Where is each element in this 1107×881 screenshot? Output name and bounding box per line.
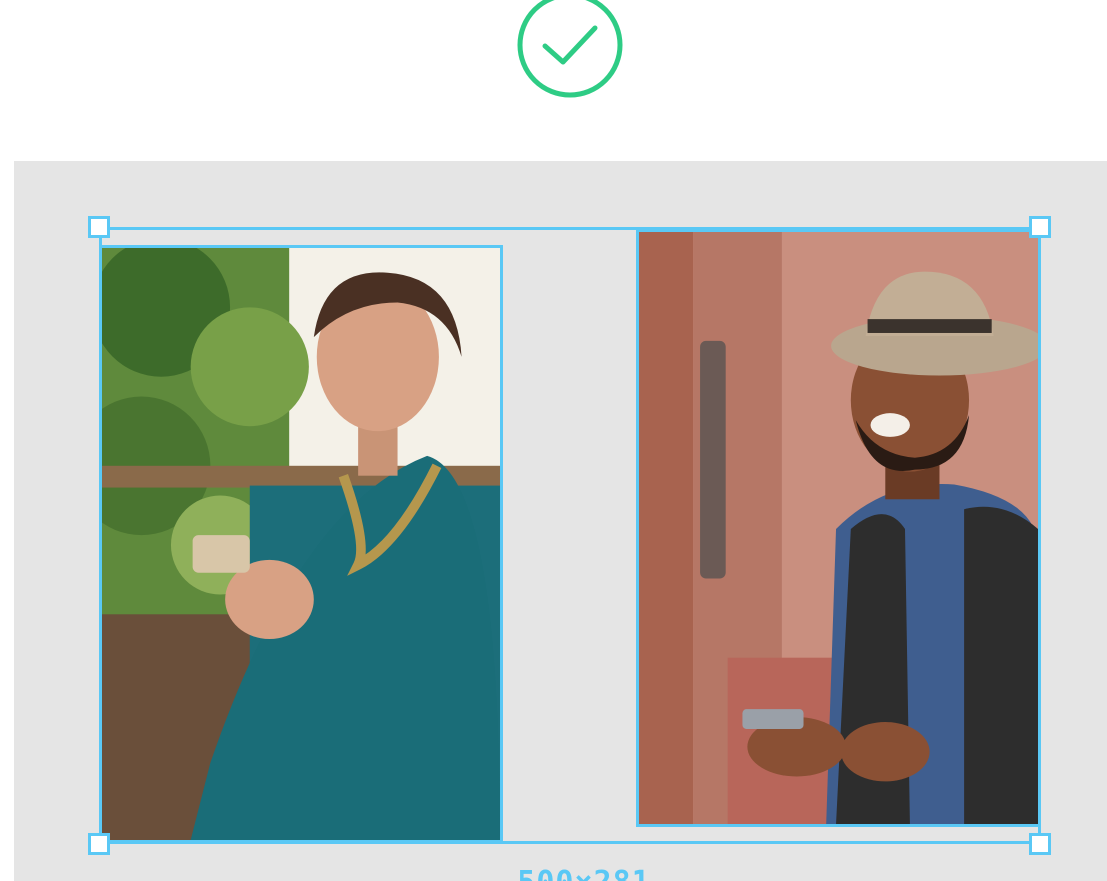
photo-man-in-hat-with-phone[interactable] xyxy=(636,229,1041,827)
resize-handle-bottom-left[interactable] xyxy=(88,833,110,855)
photo-man-image xyxy=(639,232,1038,824)
resize-handle-top-right[interactable] xyxy=(1029,216,1051,238)
photo-woman-with-phone[interactable] xyxy=(99,245,503,843)
resize-handle-bottom-right[interactable] xyxy=(1029,833,1051,855)
resize-handle-top-left[interactable] xyxy=(88,216,110,238)
design-canvas[interactable]: 500×281 xyxy=(14,161,1107,881)
selection-dimensions-label: 500×281 xyxy=(454,865,714,881)
check-circle-icon xyxy=(517,0,623,98)
photo-woman-image xyxy=(102,248,500,840)
